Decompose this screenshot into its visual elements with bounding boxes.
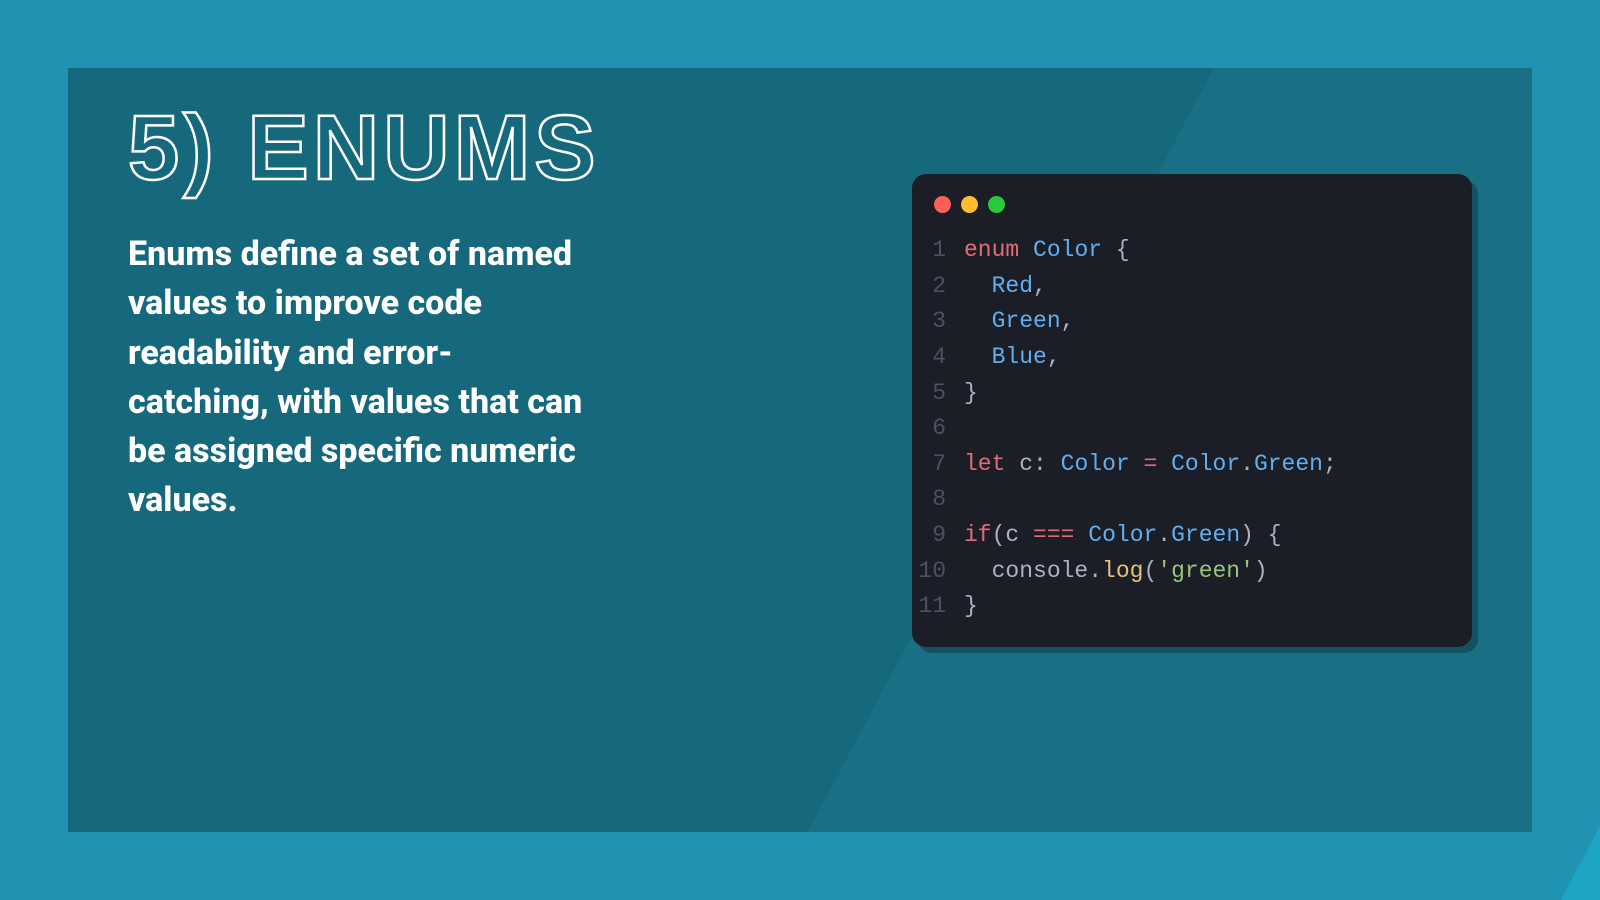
slide-title: 5) Enums	[128, 102, 872, 194]
line-number: 9	[912, 518, 964, 554]
line-content: Blue,	[964, 340, 1061, 376]
line-number: 8	[912, 482, 964, 518]
minimize-icon	[961, 196, 978, 213]
line-number: 1	[912, 233, 964, 269]
code-line: 9if(c === Color.Green) {	[912, 518, 1472, 554]
code-line: 6	[912, 411, 1472, 447]
code-line: 7let c: Color = Color.Green;	[912, 447, 1472, 483]
slide-description: Enums define a set of named values to im…	[128, 230, 588, 526]
line-content: Green,	[964, 304, 1074, 340]
line-number: 10	[912, 554, 964, 590]
code-line: 1enum Color {	[912, 233, 1472, 269]
line-content: }	[964, 376, 978, 412]
line-content: Red,	[964, 269, 1047, 305]
code-line: 4 Blue,	[912, 340, 1472, 376]
line-content: }	[964, 589, 978, 625]
line-number: 7	[912, 447, 964, 483]
line-content: enum Color {	[964, 233, 1130, 269]
code-line: 8	[912, 482, 1472, 518]
close-icon	[934, 196, 951, 213]
code-block: 1enum Color {2 Red,3 Green,4 Blue,5}67le…	[912, 233, 1472, 625]
line-number: 6	[912, 411, 964, 447]
line-number: 2	[912, 269, 964, 305]
slide-content: 5) Enums Enums define a set of named val…	[68, 68, 1532, 832]
line-content: console.log('green')	[964, 554, 1268, 590]
slide-card: 5) Enums Enums define a set of named val…	[68, 68, 1532, 832]
line-content: if(c === Color.Green) {	[964, 518, 1282, 554]
line-content: let c: Color = Color.Green;	[964, 447, 1337, 483]
code-line: 10 console.log('green')	[912, 554, 1472, 590]
line-number: 3	[912, 304, 964, 340]
left-column: 5) Enums Enums define a set of named val…	[128, 98, 872, 526]
line-number: 11	[912, 589, 964, 625]
code-line: 2 Red,	[912, 269, 1472, 305]
code-line: 5}	[912, 376, 1472, 412]
window-traffic-lights	[912, 196, 1472, 233]
code-line: 11}	[912, 589, 1472, 625]
code-window: 1enum Color {2 Red,3 Green,4 Blue,5}67le…	[912, 174, 1472, 647]
line-number: 5	[912, 376, 964, 412]
code-line: 3 Green,	[912, 304, 1472, 340]
line-number: 4	[912, 340, 964, 376]
maximize-icon	[988, 196, 1005, 213]
